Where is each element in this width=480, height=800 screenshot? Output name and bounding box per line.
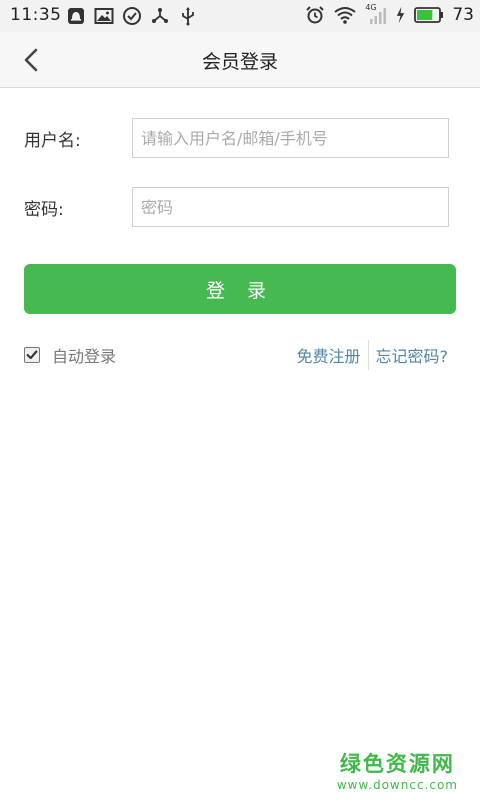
auto-login-option: 自动登录 [24,343,116,367]
battery-percent: 73 [452,5,474,25]
page-title: 会员登录 [201,51,278,73]
username-label: 用户名: [24,131,81,151]
watermark-title: 绿色资源网 [339,752,455,776]
register-link[interactable]: 免费注册 [296,343,360,367]
header-bar: 会员登录 [0,32,480,88]
status-time: 11:35 [10,5,62,25]
auto-login-label: 自动登录 [52,347,117,366]
password-input[interactable] [132,187,449,227]
status-bar: 11:35 4G 73 [0,0,480,32]
wifi-icon [334,7,356,24]
status-right: 4G 73 [305,3,474,25]
status-left-icons [66,6,198,26]
link-divider [367,340,369,370]
usb-icon [182,7,194,26]
signal-icon: 4G [365,3,387,25]
forgot-password-link[interactable]: 忘记密码? [376,343,449,367]
password-label: 密码: [24,200,64,220]
alarm-icon [306,6,325,24]
watermark: 绿色资源网 www.downcc.com [337,748,458,792]
battery-icon [414,7,444,23]
notification-icon [68,8,84,24]
username-row: 用户名: [24,118,456,158]
login-button[interactable]: 登 录 [24,264,456,314]
share-icon [152,8,168,23]
charging-icon [397,6,405,24]
watermark-url: www.downcc.com [336,778,458,792]
image-icon [94,8,114,24]
checkmark-icon [26,350,38,360]
check-circle-icon [123,7,141,25]
username-input[interactable] [132,118,449,158]
account-links: 免费注册 忘记密码? [296,340,448,370]
auto-login-checkbox[interactable] [24,347,40,363]
password-row: 密码: [24,187,456,227]
